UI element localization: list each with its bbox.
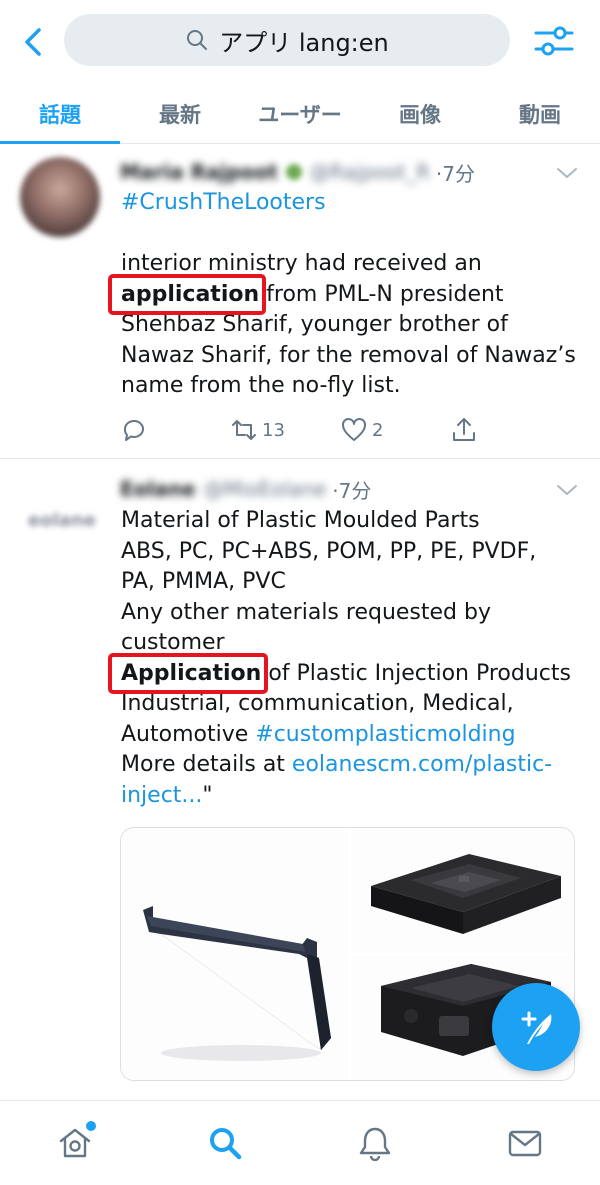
search-query: アプリ lang:en — [219, 28, 389, 57]
search-input[interactable]: アプリ lang:en — [64, 14, 510, 66]
text-line: Automotive #customplasticmolding — [121, 720, 571, 751]
text-line: ABS, PC, PC+ABS, POM, PP, PE, PVDF, — [121, 538, 537, 564]
text-line: More details at eolanescm.com/plastic- — [121, 750, 571, 781]
like-count: 2 — [372, 419, 384, 441]
text-line: Material of Plastic Moulded Parts — [121, 508, 480, 533]
home-icon — [59, 1128, 91, 1158]
share-icon — [453, 418, 475, 441]
url-link[interactable]: eolanescm.com/plastic- — [292, 752, 552, 777]
photo-tray-part[interactable] — [351, 828, 575, 953]
tab-photos[interactable]: 画像 — [360, 84, 480, 143]
nav-home[interactable] — [0, 1101, 150, 1185]
like-button[interactable]: 2 — [340, 416, 450, 444]
share-button[interactable] — [450, 416, 560, 444]
text-line: Nawaz Sharif, for the removal of Nawaz’s — [121, 342, 576, 368]
search-tabs: 話題 最新 ユーザー 画像 動画 — [0, 84, 600, 144]
reply-icon — [123, 419, 144, 441]
tab-latest[interactable]: 最新 — [120, 84, 240, 143]
text-fragment: Automotive — [121, 721, 256, 747]
tweet-actions: 13 2 — [120, 412, 560, 448]
unread-dot — [86, 1121, 96, 1131]
highlighted-keyword: application — [121, 281, 260, 307]
user-handle: @MioEolane — [203, 477, 327, 501]
nav-explore[interactable] — [150, 1101, 300, 1185]
text-line: Industrial, communication, Medical, — [121, 691, 514, 716]
filter-icon[interactable] — [530, 20, 578, 62]
like-icon — [342, 418, 366, 441]
text-fragment: of Plastic Injection Products — [261, 660, 571, 686]
text-fragment: " — [202, 782, 213, 808]
text-line: Shehbaz Sharif, younger brother of — [121, 312, 508, 337]
url-link[interactable]: inject... — [121, 783, 202, 808]
compose-icon — [521, 1011, 552, 1044]
tweet-text: #CrushTheLooters interior ministry had r… — [121, 188, 576, 402]
user-name[interactable]: Eolane — [120, 477, 196, 501]
compose-button[interactable] — [492, 983, 580, 1071]
top-bar: アプリ lang:en — [0, 0, 600, 80]
retweet-count: 13 — [262, 419, 285, 441]
retweet-button[interactable]: 13 — [230, 416, 340, 444]
nav-messages[interactable] — [450, 1101, 600, 1185]
tweet-time: ·7分 — [435, 161, 475, 186]
notifications-icon — [359, 1127, 391, 1161]
bottom-nav — [0, 1100, 600, 1185]
avatar-logo-text: eolane — [28, 509, 96, 531]
text-line: PA, PMMA, PVC — [121, 569, 286, 594]
user-name[interactable]: Maria Rajpoot — [120, 160, 278, 184]
photo-bar-part[interactable] — [121, 828, 348, 1081]
text-line: Application of Plastic Injection Product… — [121, 659, 571, 690]
text-fragment: from PML-N president — [259, 281, 504, 307]
hashtag-link[interactable]: #CrushTheLooters — [121, 188, 576, 219]
tweet-text: Material of Plastic Moulded Parts ABS, P… — [121, 506, 571, 811]
tweet[interactable]: Maria Rajpoot @Rajpoot_R ·7分 #CrushTheLo… — [0, 145, 600, 459]
chevron-down-icon[interactable] — [555, 165, 579, 181]
retweet-icon — [232, 420, 256, 440]
emoji-icon — [285, 164, 302, 180]
tweet-time: ·7分 — [332, 478, 372, 503]
tab-videos[interactable]: 動画 — [480, 84, 600, 143]
chevron-down-icon[interactable] — [555, 482, 579, 498]
highlighted-keyword: Application — [121, 660, 262, 686]
nav-notifications[interactable] — [300, 1101, 450, 1185]
tab-top[interactable]: 話題 — [0, 84, 120, 144]
text-line: inject..." — [121, 781, 571, 812]
text-fragment: More details at — [121, 752, 292, 777]
avatar[interactable]: eolane — [22, 500, 102, 540]
messages-icon — [508, 1130, 542, 1157]
text-line: Any other materials requested by — [121, 599, 491, 625]
hashtag-link[interactable]: #customplasticmolding — [255, 722, 515, 747]
text-line: application from PML-N president — [121, 280, 576, 311]
text-line: name from the no-fly list. — [121, 373, 401, 398]
tab-people[interactable]: ユーザー — [240, 84, 360, 143]
tweet-header: Maria Rajpoot @Rajpoot_R ·7分 — [120, 157, 475, 187]
reply-button[interactable] — [120, 416, 230, 444]
user-handle: @Rajpoot_R — [309, 160, 430, 184]
explore-icon — [210, 1128, 242, 1160]
tweet-header: Eolane @MioEolane ·7分 — [120, 474, 371, 504]
avatar[interactable] — [20, 157, 100, 237]
search-icon — [187, 30, 208, 50]
back-icon[interactable] — [14, 22, 54, 62]
